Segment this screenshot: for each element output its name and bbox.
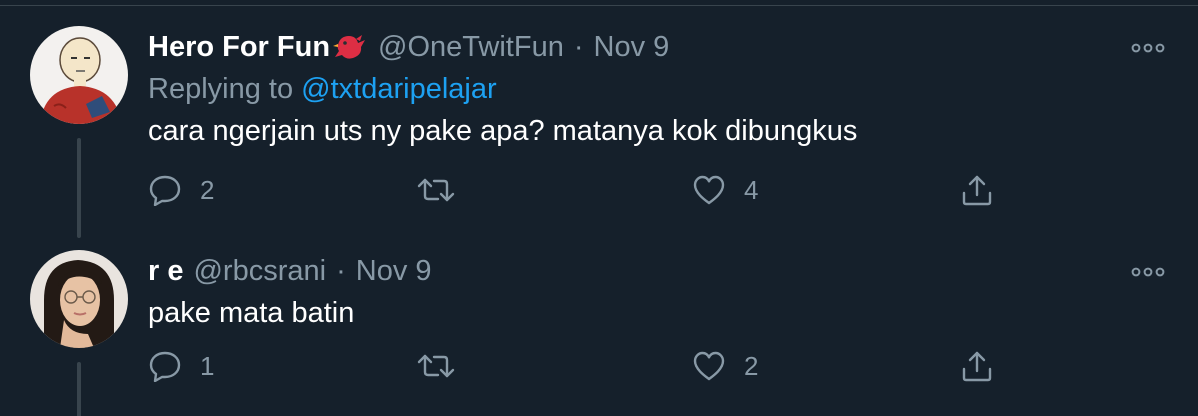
retweet-button[interactable] bbox=[416, 170, 474, 210]
tweet-content: Hero For Fun @OneTwitFun · Nov 9 Replyin… bbox=[148, 28, 1168, 150]
heart-icon bbox=[693, 175, 725, 205]
thread-line bbox=[77, 362, 81, 416]
reply-icon bbox=[149, 351, 181, 382]
more-options-icon[interactable] bbox=[1128, 34, 1168, 62]
tweet-actions: 1 2 bbox=[148, 346, 1008, 386]
username[interactable]: @rbcsrani bbox=[193, 252, 326, 290]
tweet-header: Hero For Fun @OneTwitFun · Nov 9 bbox=[148, 28, 1168, 66]
display-name[interactable]: Hero For Fun bbox=[148, 28, 330, 66]
avatar[interactable] bbox=[30, 250, 128, 348]
retweet-icon bbox=[417, 354, 455, 378]
reply-button[interactable]: 1 bbox=[148, 346, 214, 386]
cartoon-avatar-icon bbox=[30, 26, 128, 124]
retweet-button[interactable] bbox=[416, 346, 474, 386]
tweet[interactable]: r e @rbcsrani · Nov 9 pake mata batin 1 bbox=[0, 244, 1198, 416]
like-button[interactable]: 4 bbox=[692, 170, 758, 210]
username[interactable]: @OneTwitFun bbox=[378, 28, 564, 66]
replying-mention-link[interactable]: @txtdaripelajar bbox=[301, 73, 496, 105]
more-options-icon[interactable] bbox=[1128, 258, 1168, 286]
separator-dot: · bbox=[336, 255, 346, 287]
share-button[interactable] bbox=[960, 346, 994, 386]
thread-line bbox=[77, 138, 81, 238]
tweet-actions: 2 4 bbox=[148, 170, 1008, 210]
tweet-content: r e @rbcsrani · Nov 9 pake mata batin bbox=[148, 252, 1168, 332]
reply-count: 2 bbox=[200, 174, 215, 205]
retweet-icon bbox=[417, 178, 455, 202]
tweet-date[interactable]: Nov 9 bbox=[594, 28, 670, 66]
tweet-thread: Hero For Fun @OneTwitFun · Nov 9 Replyin… bbox=[0, 0, 1198, 416]
reply-icon bbox=[149, 175, 181, 206]
photo-avatar-icon bbox=[30, 250, 128, 348]
tweet[interactable]: Hero For Fun @OneTwitFun · Nov 9 Replyin… bbox=[0, 20, 1198, 240]
reply-button[interactable]: 2 bbox=[148, 170, 214, 210]
display-name[interactable]: r e bbox=[148, 252, 183, 290]
tweet-text: pake mata batin bbox=[148, 297, 355, 329]
tweet-header: r e @rbcsrani · Nov 9 bbox=[148, 252, 1168, 290]
replying-to: Replying to @txtdaripelajar bbox=[148, 70, 1168, 108]
red-bird-icon bbox=[332, 31, 368, 63]
separator-dot: · bbox=[573, 31, 584, 63]
like-count: 4 bbox=[744, 174, 759, 205]
like-button[interactable]: 2 bbox=[692, 346, 758, 386]
avatar[interactable] bbox=[30, 26, 128, 124]
tweet-text: cara ngerjain uts ny pake apa? matanya k… bbox=[148, 115, 858, 147]
divider bbox=[0, 5, 1198, 6]
tweet-date[interactable]: Nov 9 bbox=[356, 252, 432, 290]
reply-count: 1 bbox=[200, 350, 215, 381]
like-count: 2 bbox=[744, 350, 759, 381]
share-icon bbox=[962, 351, 992, 382]
replying-prefix: Replying to bbox=[148, 73, 294, 105]
share-button[interactable] bbox=[960, 170, 994, 210]
heart-icon bbox=[693, 351, 725, 381]
share-icon bbox=[962, 175, 992, 206]
